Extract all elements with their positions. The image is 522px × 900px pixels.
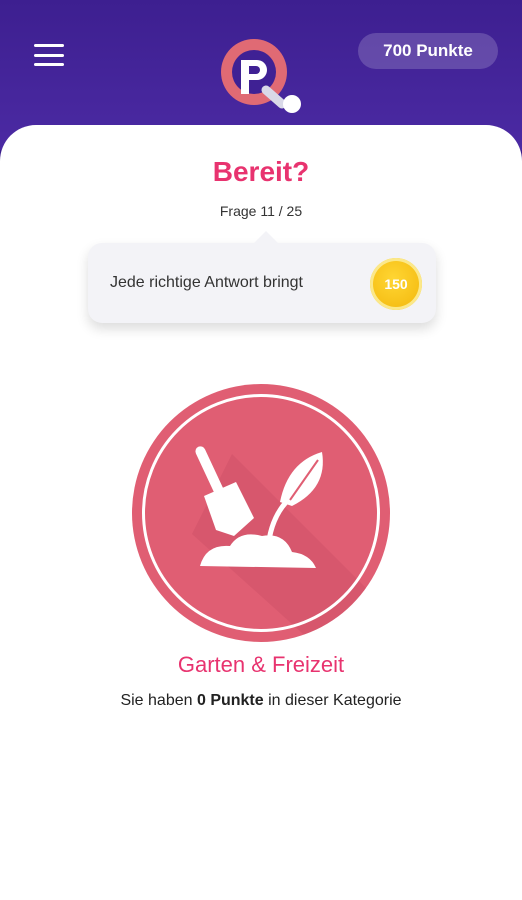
coin-icon: 150 [370, 258, 422, 310]
reward-text: Jede richtige Antwort bringt [110, 274, 303, 291]
category-name: Garten & Freizeit [177, 652, 345, 677]
reward-info-bubble: Jede richtige Antwort bringt 150 [88, 231, 436, 323]
menu-line [34, 63, 64, 66]
question-counter: Frage 11 / 25 [219, 203, 303, 219]
points-badge[interactable]: 700 Punkte [358, 33, 498, 69]
category-start-button[interactable] [132, 384, 390, 642]
page-title: Bereit? [212, 156, 310, 187]
points-suffix: in dieser Kategorie [268, 692, 402, 709]
menu-button[interactable] [34, 42, 64, 68]
menu-line [34, 53, 64, 57]
menu-line [34, 44, 64, 47]
app-logo [214, 30, 308, 120]
category-points-text: Sie haben 0 Punkte in dieser Kategorie [0, 692, 522, 710]
points-value: 0 Punkte [196, 692, 264, 709]
category-ring [142, 394, 380, 632]
points-prefix: Sie haben [120, 692, 193, 709]
